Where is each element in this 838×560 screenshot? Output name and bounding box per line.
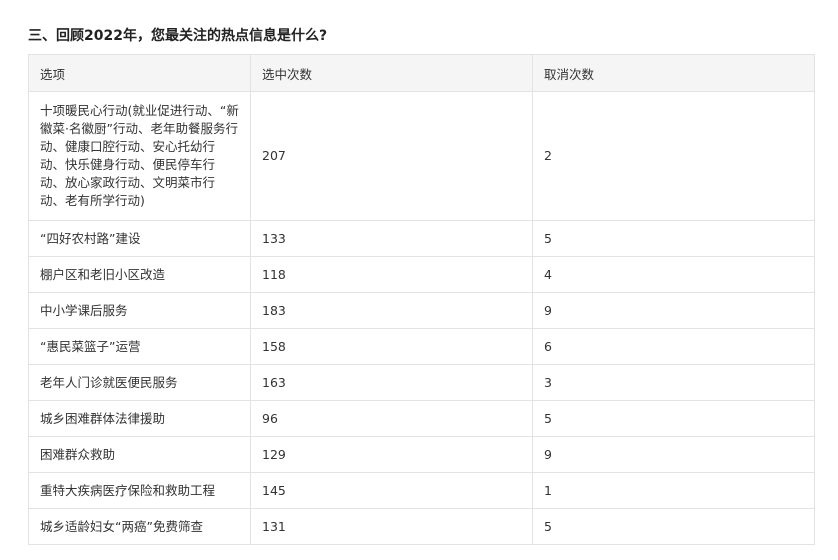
selected-count-cell: 131 [250, 508, 533, 545]
selected-count-cell: 129 [250, 436, 533, 473]
table-header-row: 选项 选中次数 取消次数 [28, 54, 815, 92]
option-cell: 困难群众救助 [28, 436, 251, 473]
table-row: “四好农村路”建设 133 5 [28, 220, 815, 257]
option-cell: 城乡困难群体法律援助 [28, 400, 251, 437]
option-cell: 棚户区和老旧小区改造 [28, 256, 251, 293]
table-row: “惠民菜篮子”运营 158 6 [28, 328, 815, 365]
cancelled-count-cell: 9 [532, 436, 815, 473]
cancelled-count-cell: 5 [532, 400, 815, 437]
cancelled-count-cell: 5 [532, 220, 815, 257]
cancelled-count-cell: 9 [532, 292, 815, 329]
cancelled-count-cell: 1 [532, 472, 815, 509]
results-table: 选项 选中次数 取消次数 十项暖民心行动(就业促进行动、“新徽菜·名徽厨”行动、… [28, 54, 815, 545]
selected-count-cell: 183 [250, 292, 533, 329]
option-cell: 重特大疾病医疗保险和救助工程 [28, 472, 251, 509]
header-option: 选项 [28, 54, 251, 92]
question-title: 三、回顾2022年，您最关注的热点信息是什么? [28, 28, 328, 44]
option-cell: 中小学课后服务 [28, 292, 251, 329]
header-cancelled-count: 取消次数 [532, 54, 815, 92]
cancelled-count-cell: 6 [532, 328, 815, 365]
header-selected-count: 选中次数 [250, 54, 533, 92]
table-row: 十项暖民心行动(就业促进行动、“新徽菜·名徽厨”行动、老年助餐服务行动、健康口腔… [28, 91, 815, 221]
cancelled-count-cell: 5 [532, 508, 815, 545]
selected-count-cell: 207 [250, 91, 533, 221]
option-cell: 十项暖民心行动(就业促进行动、“新徽菜·名徽厨”行动、老年助餐服务行动、健康口腔… [28, 91, 251, 221]
table-row: 中小学课后服务 183 9 [28, 292, 815, 329]
table-row: 老年人门诊就医便民服务 163 3 [28, 364, 815, 401]
table-row: 棚户区和老旧小区改造 118 4 [28, 256, 815, 293]
cancelled-count-cell: 3 [532, 364, 815, 401]
selected-count-cell: 163 [250, 364, 533, 401]
selected-count-cell: 158 [250, 328, 533, 365]
table-row: 重特大疾病医疗保险和救助工程 145 1 [28, 472, 815, 509]
cancelled-count-cell: 4 [532, 256, 815, 293]
table-row: 困难群众救助 129 9 [28, 436, 815, 473]
selected-count-cell: 145 [250, 472, 533, 509]
table-row: 城乡困难群体法律援助 96 5 [28, 400, 815, 437]
cancelled-count-cell: 2 [532, 91, 815, 221]
option-cell: 老年人门诊就医便民服务 [28, 364, 251, 401]
option-cell: “惠民菜篮子”运营 [28, 328, 251, 365]
option-cell: “四好农村路”建设 [28, 220, 251, 257]
option-cell: 城乡适龄妇女“两癌”免费筛查 [28, 508, 251, 545]
selected-count-cell: 96 [250, 400, 533, 437]
selected-count-cell: 133 [250, 220, 533, 257]
table-row: 城乡适龄妇女“两癌”免费筛查 131 5 [28, 508, 815, 545]
selected-count-cell: 118 [250, 256, 533, 293]
